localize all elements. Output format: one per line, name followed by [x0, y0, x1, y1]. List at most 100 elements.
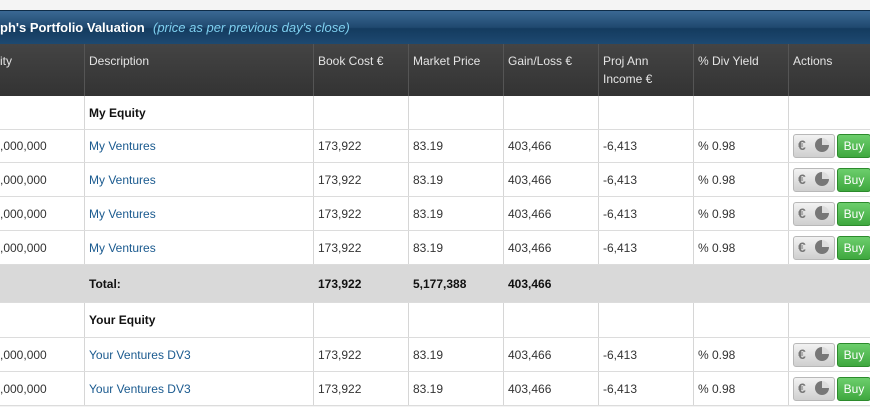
price-note: (price as per previous day's close): [153, 20, 350, 35]
table-header: ity Description Book Cost € Market Price…: [0, 44, 870, 96]
column-divider: [313, 338, 314, 371]
buy-button[interactable]: Buy: [837, 343, 870, 367]
table-row: ,000,000 My Ventures 173,922 83.19 403,466 -6…: [0, 163, 870, 197]
valuation-button[interactable]: €: [793, 343, 835, 367]
book-cost-cell: 173,922: [318, 206, 362, 221]
proj-income-cell: -6,413: [603, 139, 638, 153]
buy-button[interactable]: Buy: [837, 202, 870, 226]
pie-chart-icon: [815, 240, 829, 254]
valuation-button[interactable]: €: [793, 202, 835, 226]
quantity-cell: ,000,000: [0, 172, 47, 187]
euro-icon: €: [798, 239, 806, 255]
col-actions: Actions: [793, 54, 833, 68]
total-label: Total:: [89, 276, 121, 291]
col-description: Description: [89, 54, 150, 68]
div-yield-cell: % 0.98: [698, 347, 736, 362]
column-divider: [788, 231, 789, 264]
holding-link[interactable]: My Ventures: [89, 197, 156, 230]
column-divider: [313, 130, 314, 162]
group-name: Your Equity: [89, 313, 156, 327]
book-cost-cell: 173,922: [318, 381, 362, 396]
total-market-value: 5,177,388: [413, 276, 467, 291]
buy-button[interactable]: Buy: [837, 377, 870, 401]
total-row: Total: 173,922 5,177,388 403,466: [0, 265, 870, 303]
group-name: My Equity: [89, 105, 146, 120]
buy-button[interactable]: Buy: [837, 134, 870, 158]
column-divider: [693, 96, 694, 129]
book-cost-cell: 173,922: [318, 172, 362, 187]
gain-loss-cell: 403,466: [508, 206, 552, 221]
gain-loss-cell: 403,466: [508, 381, 552, 396]
column-divider: [503, 163, 504, 196]
column-divider: [84, 130, 85, 162]
column-divider: [408, 197, 409, 230]
column-divider: [313, 231, 314, 264]
column-divider: [313, 96, 314, 129]
holding-link[interactable]: Your Ventures DV3: [89, 372, 191, 405]
proj-income-cell: -6,413: [603, 206, 638, 221]
column-divider: [313, 303, 314, 337]
column-divider: [693, 372, 694, 405]
column-divider: [408, 163, 409, 196]
quantity-cell: ,000,000: [0, 381, 47, 396]
col-proj-income: Proj Ann Income €: [603, 54, 653, 86]
header-divider: [788, 44, 789, 96]
col-gain-loss: Gain/Loss €: [508, 54, 573, 68]
column-divider: [598, 130, 599, 162]
holding-link[interactable]: My Ventures: [89, 231, 156, 264]
column-divider: [598, 338, 599, 371]
header-divider: [693, 44, 694, 96]
table-row: ,000,000 My Ventures 173,922 83.19 403,466 -6…: [0, 231, 870, 265]
column-divider: [788, 163, 789, 196]
gain-loss-cell: 403,466: [508, 347, 552, 362]
market-price-cell: 83.19: [413, 206, 444, 221]
column-divider: [693, 303, 694, 337]
pie-chart-icon: [815, 381, 829, 395]
valuation-button[interactable]: €: [793, 134, 835, 158]
column-divider: [598, 231, 599, 264]
quantity-cell: ,000,000: [0, 347, 47, 362]
buy-button[interactable]: Buy: [837, 168, 870, 192]
column-divider: [84, 338, 85, 371]
column-divider: [693, 163, 694, 196]
header-divider: [84, 44, 85, 96]
valuation-button[interactable]: €: [793, 377, 835, 401]
column-divider: [788, 197, 789, 230]
total-book-cost: 173,922: [318, 276, 362, 291]
portfolio-title: ph's Portfolio Valuation: [0, 20, 145, 35]
col-market-price: Market Price: [413, 54, 481, 68]
column-divider: [693, 130, 694, 162]
buy-button[interactable]: Buy: [837, 236, 870, 260]
column-divider: [788, 372, 789, 405]
div-yield-cell: % 0.98: [698, 139, 736, 153]
div-yield-cell: % 0.98: [698, 381, 736, 396]
euro-icon: €: [798, 137, 806, 153]
column-divider: [503, 372, 504, 405]
col-book-cost: Book Cost €: [318, 54, 384, 68]
column-divider: [408, 303, 409, 337]
valuation-button[interactable]: €: [793, 168, 835, 192]
holding-link[interactable]: My Ventures: [89, 130, 156, 162]
holding-link[interactable]: My Ventures: [89, 163, 156, 196]
column-divider: [84, 96, 85, 129]
column-divider: [503, 197, 504, 230]
column-divider: [84, 372, 85, 405]
column-divider: [503, 130, 504, 162]
column-divider: [598, 96, 599, 129]
column-divider: [693, 231, 694, 264]
column-divider: [503, 338, 504, 371]
euro-icon: €: [798, 205, 806, 221]
div-yield-cell: % 0.98: [698, 240, 736, 255]
quantity-cell: ,000,000: [0, 206, 47, 221]
column-divider: [598, 303, 599, 337]
pie-chart-icon: [815, 206, 829, 220]
gain-loss-cell: 403,466: [508, 240, 552, 255]
group-header-row: Your Equity: [0, 303, 870, 338]
column-divider: [788, 303, 789, 337]
pie-chart-icon: [815, 172, 829, 186]
valuation-button[interactable]: €: [793, 236, 835, 260]
column-divider: [598, 372, 599, 405]
column-divider: [84, 197, 85, 230]
holding-link[interactable]: Your Ventures DV3: [89, 338, 191, 371]
col-div-yield: % Div Yield: [698, 54, 759, 68]
